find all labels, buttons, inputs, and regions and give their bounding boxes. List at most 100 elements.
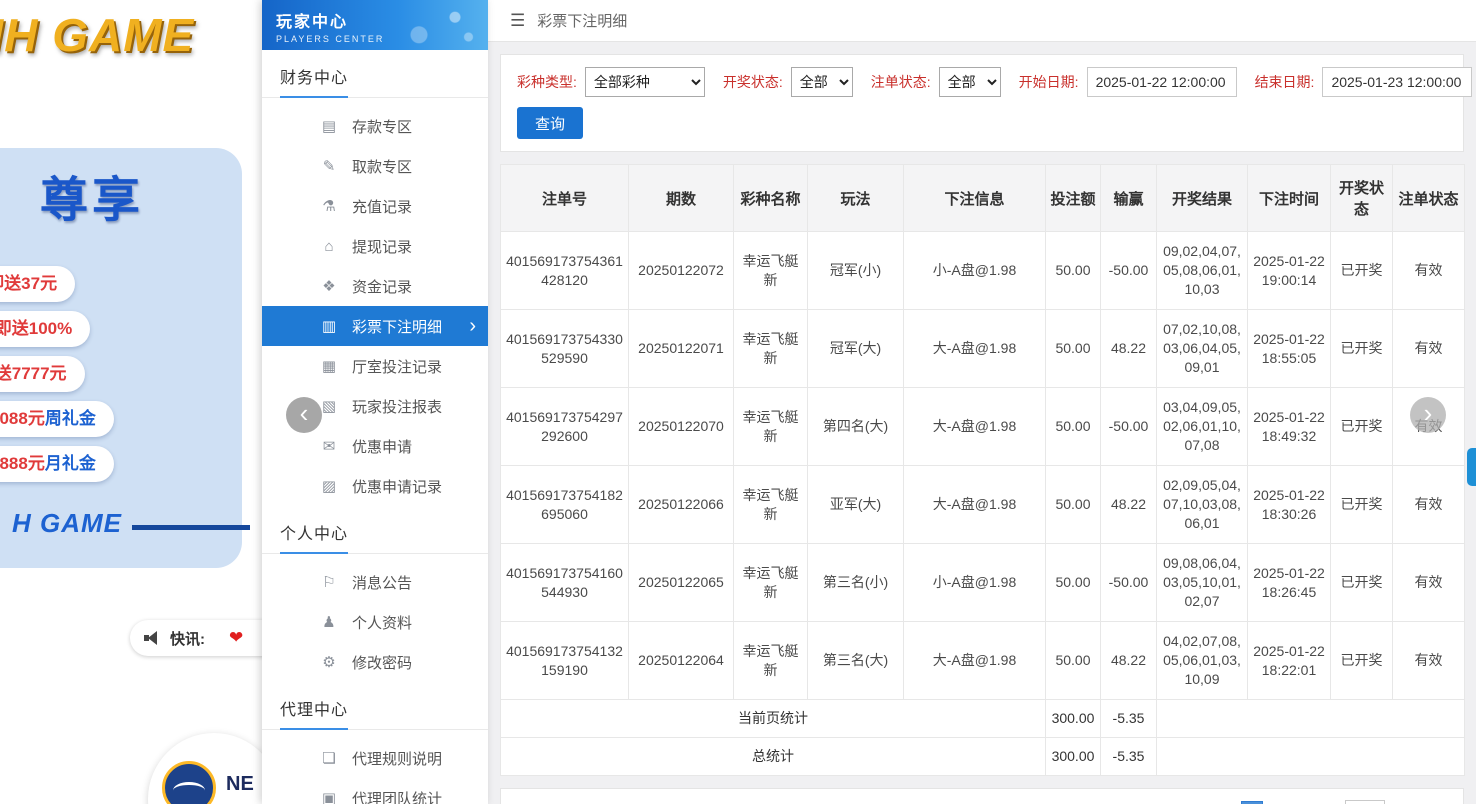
table-cell: 2025-01-22 18:26:45	[1247, 543, 1331, 622]
sidebar-item-hall-bet-records[interactable]: ▦ 厅室投注记录	[262, 346, 488, 386]
table-cell: 有效	[1392, 231, 1465, 310]
end-date-label: 结束日期:	[1254, 74, 1315, 90]
table-cell: 48.22	[1100, 621, 1157, 700]
table-cell: 50.00	[1045, 621, 1101, 700]
carousel-next-button[interactable]: ›	[1410, 397, 1446, 433]
sidebar-item-profile[interactable]: ♟ 个人资料	[262, 602, 488, 642]
start-date-input[interactable]	[1086, 67, 1237, 97]
table-cell: 已开奖	[1330, 543, 1393, 622]
filter-row: 彩种类型: 全部彩种 开奖状态: 全部 注单状态: 全部 开始日期: 结束日期:	[517, 67, 1473, 97]
promo-pill: 首存 即送100%	[0, 311, 91, 347]
table-row: 401569173754361428120 20250122072 幸运飞艇新 冠军(…	[500, 231, 1465, 310]
column-header: 期数	[628, 164, 734, 232]
withdrawal-record-icon: ⌂	[324, 237, 334, 255]
profile-icon: ♟	[322, 614, 336, 631]
summary-row: 当前页统计 300.00 -5.35	[500, 699, 1465, 738]
promo-pill-text: 即送100%	[0, 319, 73, 338]
sidebar-item-label: 修改密码	[352, 654, 413, 672]
funds-record-icon: ❖	[322, 278, 336, 295]
table-cell: 20250122072	[628, 231, 734, 310]
bet-status-label: 注单状态:	[870, 74, 931, 90]
table-cell: -50.00	[1100, 543, 1157, 622]
menu-icon[interactable]: ☰	[510, 11, 525, 31]
sidebar-section-title: 个人中心	[262, 506, 488, 554]
team-logo-icon	[162, 761, 216, 804]
promo-pill-text: 月礼金	[44, 454, 96, 473]
promo-pill-text: 1088元	[0, 409, 45, 428]
sidebar-item-withdrawal-record[interactable]: ⌂ 提现记录	[262, 226, 488, 266]
sidebar-item-promo-apply[interactable]: ✉ 优惠申请	[262, 426, 488, 466]
side-tab[interactable]	[1467, 448, 1476, 486]
table-cell: 2025-01-22 18:30:26	[1247, 465, 1331, 544]
table-cell: 04,02,07,08,05,06,01,03,10,09	[1156, 621, 1248, 700]
draw-status-select[interactable]: 全部	[790, 67, 853, 97]
sidebar-item-withdraw[interactable]: ✎ 取款专区	[262, 146, 488, 186]
table-row: 401569173754132159190 20250122064 幸运飞艇新 第三名…	[500, 621, 1465, 700]
table-cell: 03,04,09,05,02,06,01,10,07,08	[1156, 387, 1248, 466]
table-cell: 幸运飞艇新	[733, 465, 808, 544]
sidebar-section-title-text: 代理中心	[280, 696, 349, 730]
sidebar-item-label: 厅室投注记录	[352, 358, 443, 376]
table-cell: -50.00	[1100, 231, 1157, 310]
summary-win-loss: -5.35	[1100, 737, 1157, 776]
promo-pill: 加赠1888元月礼金	[0, 446, 114, 482]
team-card: NE	[148, 733, 280, 804]
table-cell: 已开奖	[1330, 465, 1393, 544]
column-header: 下注信息	[903, 164, 1046, 232]
page-jump-input[interactable]	[1345, 800, 1385, 804]
sidebar-item-announcement[interactable]: ⚐ 消息公告	[262, 562, 488, 602]
table-cell: 401569173754160544930	[500, 543, 629, 622]
table-cell: 09,02,04,07,05,08,06,01,10,03	[1156, 231, 1248, 310]
table-cell: 09,08,06,04,03,05,10,01,02,07	[1156, 543, 1248, 622]
page-title: 彩票下注明细	[537, 13, 628, 30]
sidebar-item-funds-record[interactable]: ❖ 资金记录	[262, 266, 488, 306]
table-cell: 大-A盘@1.98	[903, 621, 1046, 700]
sidebar-item-recharge-record[interactable]: ⚗ 充值记录	[262, 186, 488, 226]
table-cell: 第四名(大)	[807, 387, 904, 466]
announcement-icon: ⚐	[322, 574, 336, 591]
table-cell: 2025-01-22 18:49:32	[1247, 387, 1331, 466]
screen: HH GAME 尊享 0元 即送37元首存 即送100% 注 即送7777元加赠1…	[0, 0, 1476, 804]
summary-label: 当前页统计	[500, 699, 1046, 738]
table-row: 401569173754160544930 20250122065 幸运飞艇新 第三名…	[500, 543, 1465, 622]
sidebar-item-password[interactable]: ⚙ 修改密码	[262, 642, 488, 682]
promo-pill: 加赠1088元周礼金	[0, 401, 114, 437]
table-body: 401569173754361428120 20250122072 幸运飞艇新 冠军(…	[500, 231, 1465, 776]
sidebar-item-label: 玩家投注报表	[352, 398, 443, 416]
deposit-icon: ▤	[321, 118, 337, 135]
start-date-label: 开始日期:	[1018, 74, 1079, 90]
bet-status-select[interactable]: 全部	[938, 67, 1001, 97]
lottery-type-select[interactable]: 全部彩种	[584, 67, 705, 97]
promo-pill: 注 即送7777元	[0, 356, 85, 392]
sidebar-section-title: 财务中心	[262, 50, 488, 98]
table-cell: 20250122066	[628, 465, 734, 544]
carousel-prev-button[interactable]: ‹	[286, 397, 322, 433]
sidebar-item-promo-apply-records[interactable]: ▨ 优惠申请记录	[262, 466, 488, 506]
query-button[interactable]: 查询	[517, 107, 584, 139]
sidebar-item-agent-rules[interactable]: ❏ 代理规则说明	[262, 738, 488, 778]
end-date-input[interactable]	[1322, 67, 1473, 97]
column-header: 投注额	[1045, 164, 1101, 232]
column-header: 彩种名称	[733, 164, 808, 232]
summary-bet-total: 300.00	[1045, 699, 1101, 738]
summary-bet-total: 300.00	[1045, 737, 1101, 776]
table-cell: 幸运飞艇新	[733, 621, 808, 700]
column-header: 下注时间	[1247, 164, 1331, 232]
sidebar-item-lottery-bet-details[interactable]: ▥ 彩票下注明细 ›	[262, 306, 488, 346]
promo-banner: 尊享 0元 即送37元首存 即送100% 注 即送7777元加赠1088元周礼金加…	[0, 148, 250, 568]
table-cell: 20250122071	[628, 309, 734, 388]
sidebar-item-label: 个人资料	[352, 614, 413, 632]
table-row: 401569173754182695060 20250122066 幸运飞艇新 亚军(…	[500, 465, 1465, 544]
table-cell: 401569173754132159190	[500, 621, 629, 700]
table-cell: 亚军(大)	[807, 465, 904, 544]
sidebar-item-label: 提现记录	[352, 238, 413, 256]
table-cell: 幸运飞艇新	[733, 543, 808, 622]
sidebar-item-deposit[interactable]: ▤ 存款专区	[262, 106, 488, 146]
agent-rules-icon: ❏	[322, 750, 336, 767]
table-cell: 50.00	[1045, 543, 1101, 622]
table-cell: 401569173754330529590	[500, 309, 629, 388]
promo-footer: H GAME	[12, 508, 250, 539]
pagination-controls: 共6条 首页 上一页 1 下一页 第 页 跳转	[1097, 800, 1447, 804]
sidebar-item-agent-team[interactable]: ▣ 代理团队统计	[262, 778, 488, 804]
promo-pill-text: 即送37元	[0, 274, 58, 293]
